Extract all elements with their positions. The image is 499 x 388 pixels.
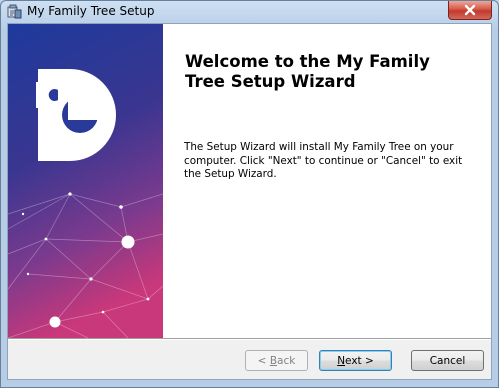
close-icon	[463, 4, 477, 16]
back-button[interactable]: < Back	[245, 350, 308, 371]
welcome-description: The Setup Wizard will install My Family …	[184, 141, 463, 181]
window-title: My Family Tree Setup	[27, 4, 155, 18]
setup-icon	[7, 4, 22, 19]
next-button[interactable]: Next >	[319, 350, 392, 371]
welcome-panel: Welcome to the My Family Tree Setup Wiza…	[163, 24, 491, 338]
next-button-label: ext >	[345, 354, 374, 367]
wizard-banner	[8, 24, 163, 338]
setup-window: My Family Tree Setup Welcome to the My F…	[0, 0, 499, 388]
wizard-dialog: Welcome to the My Family Tree Setup Wiza…	[7, 23, 492, 380]
page-title: Welcome to the My Family Tree Setup Wiza…	[185, 52, 430, 91]
close-button[interactable]	[448, 1, 492, 20]
back-button-prefix: <	[257, 354, 270, 367]
back-button-accel: B	[269, 354, 278, 367]
button-divider	[8, 338, 491, 340]
back-button-label: ack	[277, 354, 296, 367]
cancel-button[interactable]: Cancel	[411, 350, 484, 371]
title-bar[interactable]: My Family Tree Setup	[1, 1, 498, 23]
cancel-button-label: Cancel	[429, 354, 466, 367]
next-button-accel: N	[337, 354, 346, 367]
